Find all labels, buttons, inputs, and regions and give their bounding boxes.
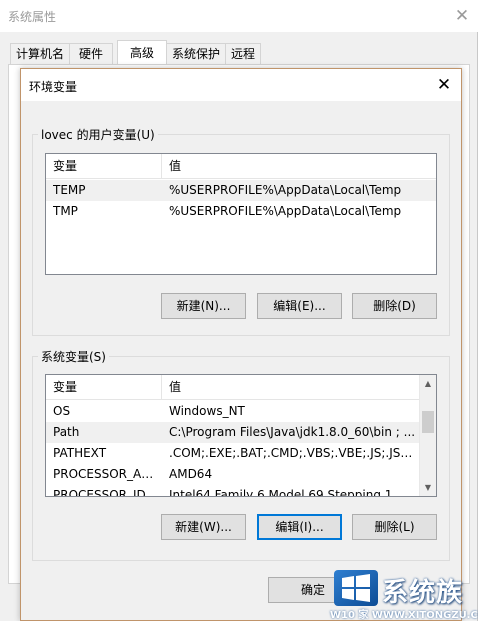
list-header: 变量 值 bbox=[46, 375, 420, 400]
table-row[interactable]: TMP %USERPROFILE%\AppData\Local\Temp bbox=[46, 201, 436, 222]
variable-name: Path bbox=[53, 425, 80, 439]
scroll-down-arrow-icon[interactable]: ▼ bbox=[420, 479, 436, 496]
variable-name: PROCESSOR_AR... bbox=[53, 467, 159, 481]
tab-remote[interactable]: 远程 bbox=[225, 43, 261, 64]
vertical-scrollbar[interactable]: ▲ ▼ bbox=[419, 375, 436, 496]
scrollbar-thumb[interactable] bbox=[422, 411, 434, 433]
system-variables-list[interactable]: 变量 值 OS Windows_NT Path C:\Program Files… bbox=[45, 374, 437, 497]
table-row[interactable]: PROCESSOR_IDE... Intel64 Family 6 Model … bbox=[46, 485, 420, 497]
table-row[interactable]: TEMP %USERPROFILE%\AppData\Local\Temp bbox=[46, 180, 436, 201]
environment-variables-dialog: 环境变量 ✕ lovec 的用户变量(U) 变量 值 TEMP %USERPRO… bbox=[20, 68, 462, 621]
variable-value: .COM;.EXE;.BAT;.CMD;.VBS;.VBE;.JS;.JSE;.… bbox=[169, 446, 417, 460]
user-edit-button[interactable]: 编辑(E)... bbox=[257, 293, 342, 319]
tab-advanced[interactable]: 高级 bbox=[117, 40, 167, 65]
variable-value: %USERPROFILE%\AppData\Local\Temp bbox=[169, 204, 402, 218]
system-delete-button[interactable]: 删除(L) bbox=[352, 514, 437, 540]
system-properties-titlebar: 系统属性 ✕ bbox=[0, 0, 478, 32]
close-icon[interactable]: ✕ bbox=[450, 4, 474, 28]
variable-name: PROCESSOR_IDE... bbox=[53, 488, 159, 497]
watermark-brand-text: 系统族 bbox=[382, 578, 464, 608]
variable-value: Intel64 Family 6 Model 69 Stepping 1, G.… bbox=[169, 488, 417, 497]
user-variables-legend: lovec 的用户变量(U) bbox=[38, 126, 158, 143]
variable-name: TMP bbox=[53, 204, 78, 218]
user-variables-list[interactable]: 变量 值 TEMP %USERPROFILE%\AppData\Local\Te… bbox=[45, 153, 437, 275]
watermark-url-text: W10 家 WWW.XITONGZU.COM bbox=[330, 610, 478, 621]
dialog-titlebar: 环境变量 ✕ bbox=[21, 69, 461, 101]
site-watermark-logo: 系统族 W10 家 WWW.XITONGZU.COM bbox=[330, 568, 478, 621]
table-row[interactable]: OS Windows_NT bbox=[46, 401, 420, 422]
system-edit-button[interactable]: 编辑(I)... bbox=[257, 514, 342, 540]
variable-value: Windows_NT bbox=[169, 404, 245, 418]
tab-hardware[interactable]: 硬件 bbox=[69, 43, 113, 64]
system-variables-legend: 系统变量(S) bbox=[38, 348, 109, 365]
system-new-button[interactable]: 新建(W)... bbox=[161, 514, 246, 540]
user-delete-button[interactable]: 删除(D) bbox=[352, 293, 437, 319]
tab-system-protection[interactable]: 系统保护 bbox=[166, 43, 226, 64]
column-header-variable[interactable]: 变量 bbox=[46, 154, 162, 178]
close-icon[interactable]: ✕ bbox=[431, 73, 457, 97]
variable-value: %USERPROFILE%\AppData\Local\Temp bbox=[169, 183, 402, 197]
variable-value: AMD64 bbox=[169, 467, 213, 481]
system-properties-title: 系统属性 bbox=[8, 10, 57, 24]
variable-name: OS bbox=[53, 404, 71, 418]
table-row[interactable]: Path C:\Program Files\Java\jdk1.8.0_60\b… bbox=[46, 422, 420, 443]
table-row[interactable]: PATHEXT .COM;.EXE;.BAT;.CMD;.VBS;.VBE;.J… bbox=[46, 443, 420, 464]
user-new-button[interactable]: 新建(N)... bbox=[161, 293, 246, 319]
column-header-value[interactable]: 值 bbox=[162, 154, 181, 178]
column-header-value[interactable]: 值 bbox=[162, 375, 181, 399]
column-header-variable[interactable]: 变量 bbox=[46, 375, 162, 399]
tab-computer-name[interactable]: 计算机名 bbox=[10, 43, 70, 64]
variable-name: PATHEXT bbox=[53, 446, 107, 460]
scroll-up-arrow-icon[interactable]: ▲ bbox=[420, 375, 436, 392]
dialog-title: 环境变量 bbox=[29, 80, 78, 94]
variable-value: C:\Program Files\Java\jdk1.8.0_60\bin ; … bbox=[169, 425, 416, 439]
table-row[interactable]: PROCESSOR_AR... AMD64 bbox=[46, 464, 420, 485]
list-header: 变量 值 bbox=[46, 154, 436, 179]
variable-name: TEMP bbox=[53, 183, 86, 197]
